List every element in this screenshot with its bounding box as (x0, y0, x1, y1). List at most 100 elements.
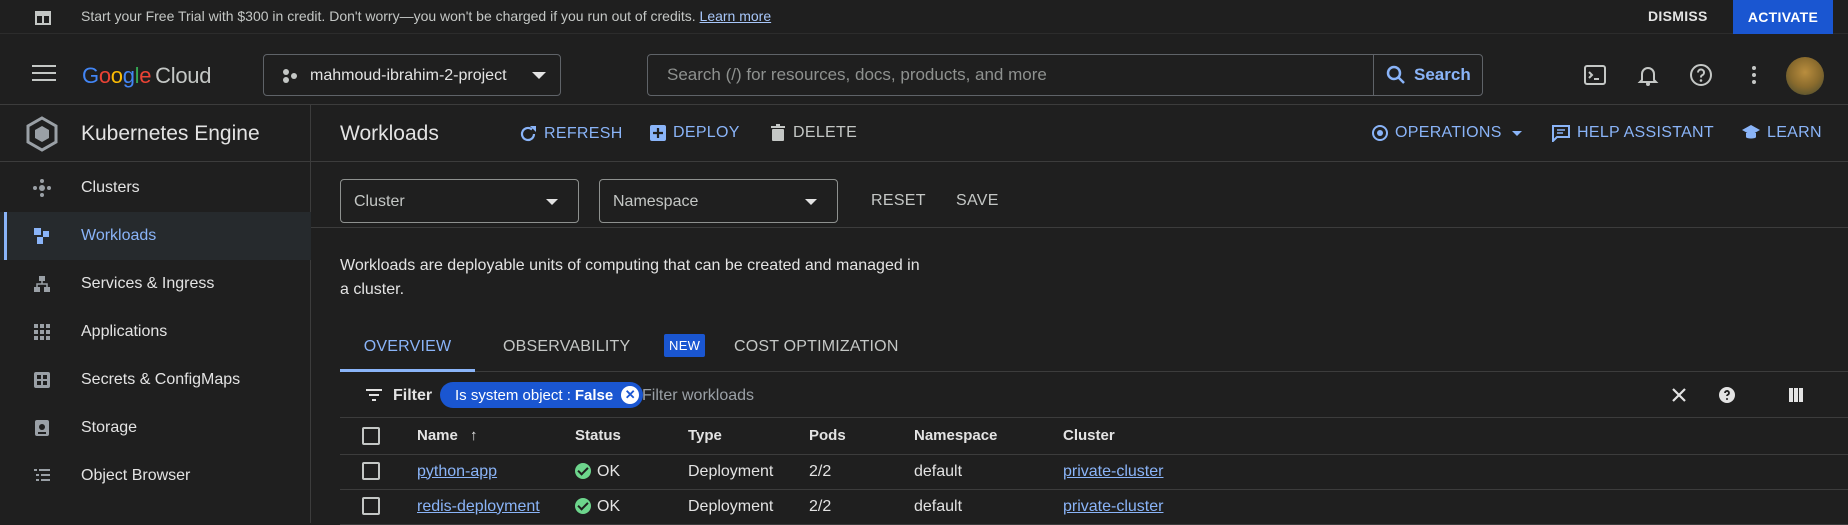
search-icon (1386, 65, 1405, 84)
row-checkbox[interactable] (362, 497, 380, 516)
pods-cell: 2/2 (809, 489, 914, 525)
sidebar-item-label: Services & Ingress (81, 275, 215, 292)
operations-icon (1372, 125, 1388, 141)
activate-button[interactable]: ACTIVATE (1733, 0, 1833, 34)
help-assistant-button[interactable]: HELP ASSISTANT (1551, 124, 1714, 142)
sidebar: Kubernetes Engine Clusters Workloads Ser… (0, 104, 311, 523)
sidebar-item-applications[interactable]: Applications (0, 308, 311, 356)
sidebar-item-label: Secrets & ConfigMaps (81, 371, 241, 388)
help-circle-icon[interactable] (1718, 386, 1736, 404)
clusters-icon (33, 179, 51, 197)
search-button[interactable]: Search (1373, 55, 1483, 95)
google-cloud-logo[interactable]: Google Cloud (82, 63, 211, 89)
column-header-namespace[interactable]: Namespace (914, 418, 1063, 455)
add-box-icon (650, 125, 666, 141)
sidebar-item-label: Object Browser (81, 467, 191, 484)
menu-icon[interactable] (32, 65, 56, 83)
pods-cell: 2/2 (809, 454, 914, 490)
learn-button[interactable]: LEARN (1741, 124, 1822, 142)
sidebar-item-label: Applications (81, 323, 168, 340)
search-box: Search (647, 54, 1483, 96)
project-icon (283, 69, 297, 83)
cluster-select[interactable]: Cluster (340, 179, 579, 223)
refresh-button[interactable]: REFRESH (518, 124, 623, 144)
sidebar-item-clusters[interactable]: Clusters (0, 164, 311, 212)
filter-bar: Filter Is system object : False ✕ (340, 372, 1848, 418)
workloads-icon (34, 228, 49, 244)
sidebar-item-secrets-configmaps[interactable]: Secrets & ConfigMaps (0, 356, 311, 404)
filter-workloads-input[interactable] (642, 384, 942, 408)
avatar[interactable] (1786, 57, 1824, 95)
new-badge: NEW (664, 334, 706, 357)
column-header-type[interactable]: Type (688, 418, 809, 455)
sidebar-item-services-ingress[interactable]: Services & Ingress (0, 260, 311, 308)
cluster-link[interactable]: private-cluster (1063, 498, 1163, 515)
check-circle-icon (575, 463, 591, 480)
kubernetes-engine-icon (26, 116, 58, 152)
tab-cost-optimization[interactable]: COST OPTIMIZATION (734, 329, 899, 372)
project-name: mahmoud-ibrahim-2-project (310, 67, 507, 84)
filter-chip[interactable]: Is system object : False ✕ (440, 382, 644, 408)
delete-button[interactable]: DELETE (769, 124, 857, 142)
filter-label[interactable]: Filter (393, 387, 432, 405)
chevron-down-icon (546, 199, 558, 205)
filter-list-icon[interactable] (365, 388, 383, 402)
learn-more-link[interactable]: Learn more (700, 8, 772, 24)
namespace-cell: default (914, 454, 1063, 490)
product-title: Kubernetes Engine (81, 122, 260, 145)
operations-menu[interactable]: OPERATIONS (1371, 124, 1522, 142)
services-icon (34, 276, 50, 292)
workload-name-link[interactable]: python-app (417, 463, 497, 480)
workloads-table: Name ↑ Status Type Pods Namespace Cluste… (340, 418, 1848, 525)
select-all-checkbox[interactable] (362, 426, 380, 445)
help-icon[interactable] (1689, 63, 1713, 87)
status-cell: OK (575, 454, 688, 490)
chip-close-icon[interactable]: ✕ (621, 386, 640, 404)
reset-button[interactable]: RESET (871, 192, 926, 210)
column-header-name[interactable]: Name ↑ (417, 418, 575, 455)
deploy-button[interactable]: DEPLOY (649, 124, 740, 142)
notifications-bell-icon[interactable] (1636, 63, 1660, 87)
tab-bar: OVERVIEW OBSERVABILITY NEW COST OPTIMIZA… (340, 329, 1848, 372)
namespace-cell: default (914, 489, 1063, 525)
row-select-cell (340, 454, 417, 490)
column-header-cluster[interactable]: Cluster (1063, 418, 1848, 455)
search-input[interactable] (648, 55, 1373, 95)
save-button[interactable]: SAVE (956, 192, 999, 210)
sidebar-item-workloads[interactable]: Workloads (0, 212, 311, 260)
column-header-pods[interactable]: Pods (809, 418, 914, 455)
project-picker[interactable]: mahmoud-ibrahim-2-project (263, 54, 561, 96)
select-all-cell (340, 418, 417, 455)
trash-icon (771, 124, 785, 141)
tab-observability[interactable]: OBSERVABILITY (503, 329, 630, 372)
chevron-down-icon (532, 72, 546, 79)
check-circle-icon (575, 498, 591, 515)
dismiss-button[interactable]: DISMISS (1648, 8, 1708, 24)
type-cell: Deployment (688, 454, 809, 490)
chevron-down-icon (805, 199, 817, 205)
table-row: redis-deployment OK Deployment 2/2 defau… (340, 489, 1848, 525)
refresh-icon (520, 126, 536, 142)
more-vert-icon[interactable] (1742, 63, 1766, 87)
sidebar-item-storage[interactable]: Storage (0, 404, 311, 452)
sidebar-header: Kubernetes Engine (0, 104, 311, 162)
arrow-up-icon: ↑ (470, 427, 478, 445)
banner-message: Start your Free Trial with $300 in credi… (81, 8, 772, 24)
sidebar-item-label: Workloads (81, 227, 157, 244)
gift-icon (35, 11, 51, 25)
sidebar-item-object-browser[interactable]: Object Browser (0, 452, 311, 500)
cluster-link[interactable]: private-cluster (1063, 463, 1163, 480)
namespace-select[interactable]: Namespace (599, 179, 838, 223)
workload-name-link[interactable]: redis-deployment (417, 498, 540, 515)
top-bar: Google Cloud mahmoud-ibrahim-2-project Se… (0, 47, 1848, 103)
filter-selectors: Cluster Namespace RESET SAVE (311, 162, 1848, 228)
main-content: Workloads REFRESH DEPLOY DELETE OPERATIO… (311, 104, 1848, 525)
column-display-icon[interactable] (1788, 387, 1804, 403)
cloud-shell-icon[interactable] (1583, 63, 1607, 87)
secrets-icon (34, 372, 50, 388)
row-checkbox[interactable] (362, 462, 380, 481)
close-icon[interactable] (1671, 387, 1687, 403)
tab-overview[interactable]: OVERVIEW (340, 329, 475, 372)
storage-icon (35, 420, 49, 436)
column-header-status[interactable]: Status (575, 418, 688, 455)
